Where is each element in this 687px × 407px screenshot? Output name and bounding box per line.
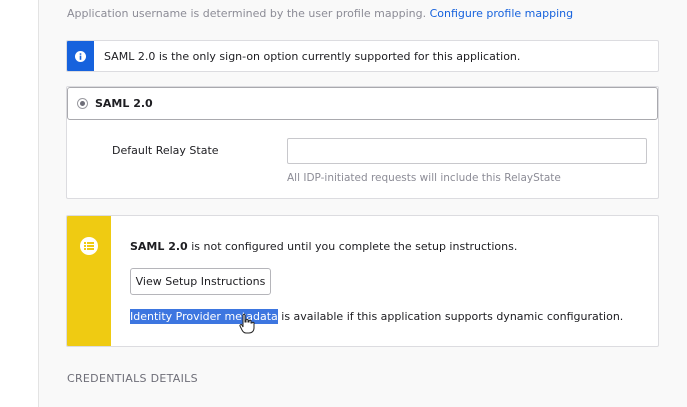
info-banner-text: SAML 2.0 is the only sign-on option curr… (104, 50, 521, 63)
info-icon (67, 41, 94, 71)
app-settings-page: Application username is determined by th… (0, 0, 687, 407)
warning-strip (67, 216, 111, 346)
setup-notice-bold: SAML 2.0 (130, 240, 188, 253)
list-icon (80, 237, 98, 255)
setup-notice-message: is not configured until you complete the… (187, 240, 518, 253)
saml-option-label: SAML 2.0 (95, 97, 153, 110)
saml-option-header[interactable]: SAML 2.0 (67, 87, 658, 120)
relay-state-input[interactable] (287, 138, 647, 164)
setup-notice-text: SAML 2.0 is not configured until you com… (130, 240, 517, 253)
username-note: Application username is determined by th… (67, 7, 573, 20)
username-note-text: Application username is determined by th… (67, 7, 427, 20)
view-setup-instructions-button[interactable]: View Setup Instructions (130, 268, 271, 295)
info-banner: SAML 2.0 is the only sign-on option curr… (66, 40, 659, 72)
relay-state-label: Default Relay State (112, 144, 219, 157)
relay-state-help: All IDP-initiated requests will include … (287, 172, 561, 184)
metadata-line: Identity Provider metadata is available … (130, 309, 624, 324)
setup-notice: SAML 2.0 is not configured until you com… (66, 215, 659, 347)
sign-on-options: SAML 2.0 Default Relay State All IDP-ini… (66, 86, 659, 199)
hand-cursor-icon (239, 313, 255, 334)
credentials-details-heading: CREDENTIALS DETAILS (67, 372, 198, 385)
metadata-text: is available if this application support… (277, 310, 624, 323)
configure-profile-mapping-link[interactable]: Configure profile mapping (430, 7, 573, 20)
saml-radio[interactable] (77, 98, 88, 109)
